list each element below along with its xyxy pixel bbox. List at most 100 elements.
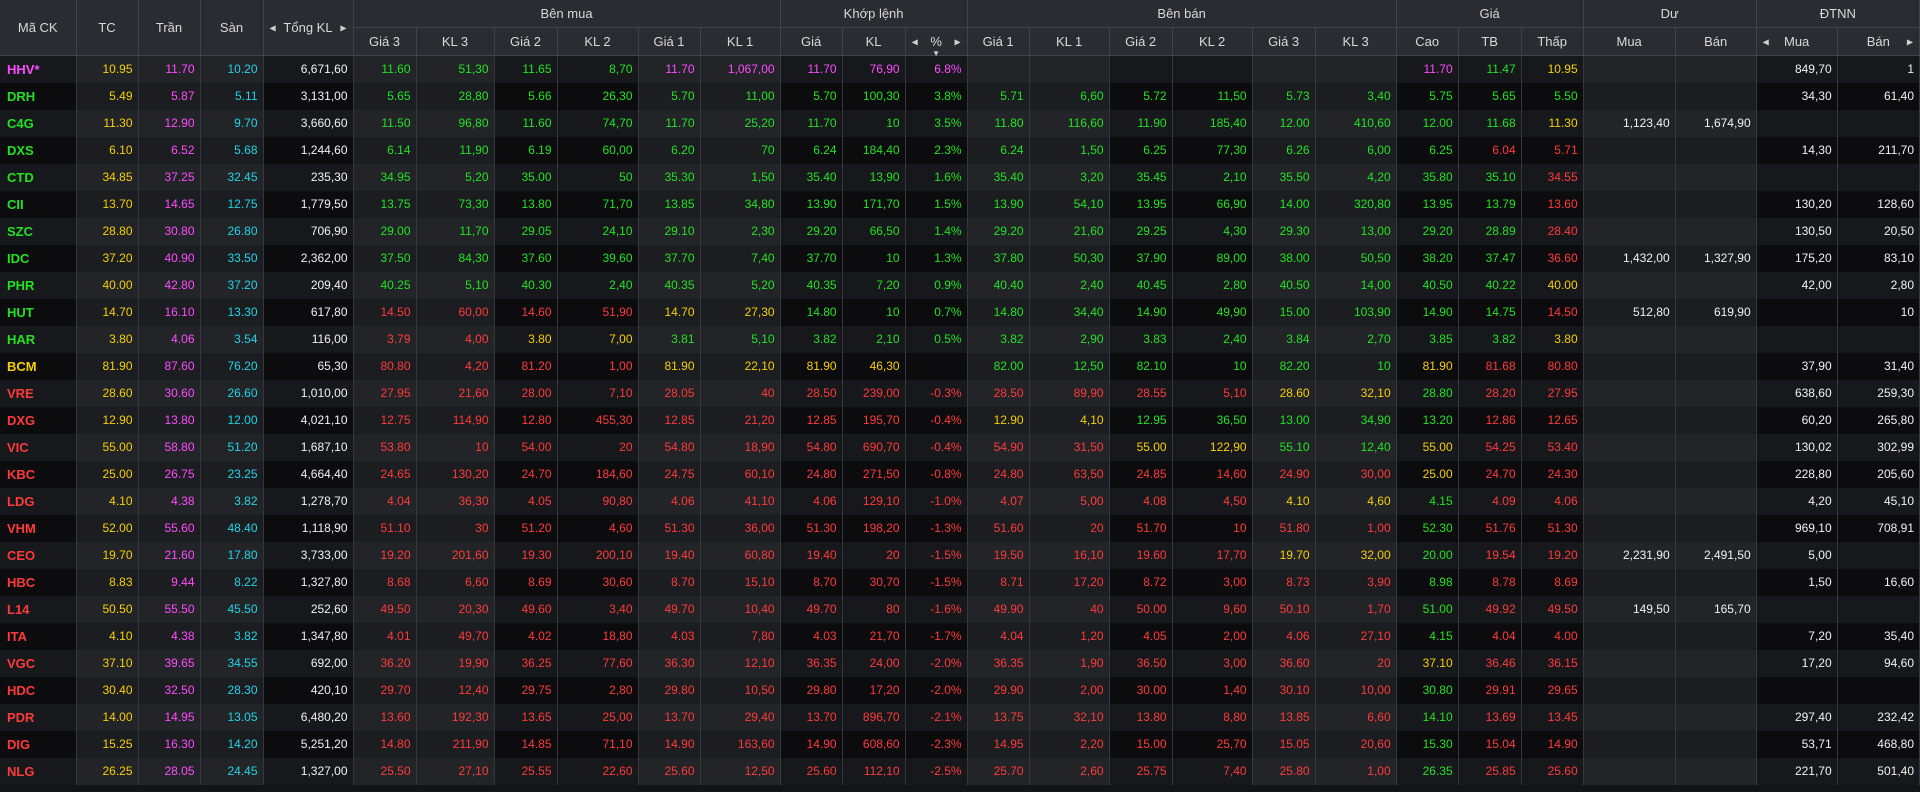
match-vol-cell: 7,20 <box>842 271 906 299</box>
table-row[interactable]: DRH 5.49 5.87 5.11 3,131,00 5.65 28,80 5.66 26,3… <box>0 82 1920 110</box>
bid-price-2-cell: 3.80 <box>494 325 558 353</box>
header-bid-vol-1[interactable]: KL 1 <box>700 27 781 56</box>
header-foreign-sell[interactable]: Bán ▶ <box>1837 27 1920 56</box>
table-row[interactable]: L14 50.50 55.50 45.50 252,60 49.50 20,30 49.60 3… <box>0 595 1920 623</box>
symbol-cell[interactable]: CTD <box>0 163 77 191</box>
table-row[interactable]: HDC 30.40 32.50 28.30 420,10 29.70 12,40 29.75 2… <box>0 676 1920 704</box>
symbol-cell[interactable]: NLG <box>0 757 77 785</box>
table-row[interactable]: HHV* 10.95 11.70 10.20 6,671,60 11.60 51,30 11.… <box>0 55 1920 83</box>
left-arrow-icon[interactable]: ◀ <box>270 23 276 32</box>
header-high[interactable]: Cao <box>1396 27 1459 56</box>
floor-price-cell: 3.82 <box>200 622 264 650</box>
left-arrow-icon[interactable]: ◀ <box>912 37 918 46</box>
sort-down-icon[interactable]: ▼ <box>932 49 940 58</box>
header-ask-price-1[interactable]: Giá 1 <box>967 27 1030 56</box>
header-foreign-buy[interactable]: ◀ Mua <box>1756 27 1838 56</box>
symbol-cell[interactable]: DXG <box>0 406 77 434</box>
header-bid-price-1[interactable]: Giá 1 <box>638 27 701 56</box>
ask-price-3-cell: 35.50 <box>1252 163 1316 191</box>
table-row[interactable]: HAR 3.80 4.06 3.54 116,00 3.79 4,00 3.80 7,00 3.8… <box>0 325 1920 353</box>
table-row[interactable]: ITA 4.10 4.38 3.82 1,347,80 4.01 49,70 4.02 18,8… <box>0 622 1920 650</box>
ask-price-1-cell: 29.90 <box>967 676 1030 704</box>
table-row[interactable]: LDG 4.10 4.38 3.82 1,278,70 4.04 36,30 4.05 90,8… <box>0 487 1920 515</box>
header-total-volume[interactable]: ◀ Tổng KL ▶ <box>263 0 354 56</box>
ask-price-1-cell: 51.60 <box>967 514 1030 542</box>
symbol-cell[interactable]: PHR <box>0 271 77 299</box>
symbol-cell[interactable]: L14 <box>0 595 77 623</box>
header-remain-sell[interactable]: Bán <box>1675 27 1757 56</box>
header-symbol[interactable]: Mã CK <box>0 0 77 56</box>
table-row[interactable]: VGC 37.10 39.65 34.55 692,00 36.20 19,90 36.25 7… <box>0 649 1920 677</box>
symbol-cell[interactable]: IDC <box>0 244 77 272</box>
symbol-cell[interactable]: SZC <box>0 217 77 245</box>
table-row[interactable]: C4G 11.30 12.90 9.70 3,660,60 11.50 96,80 11.60… <box>0 109 1920 137</box>
match-price-cell: 11.70 <box>780 55 843 83</box>
symbol-cell[interactable]: C4G <box>0 109 77 137</box>
symbol-cell[interactable]: VGC <box>0 649 77 677</box>
header-match-pct[interactable]: ◀% ▶ ▼ <box>905 27 968 58</box>
header-ask-vol-1[interactable]: KL 1 <box>1029 27 1110 56</box>
symbol-cell[interactable]: CEO <box>0 541 77 569</box>
symbol-cell[interactable]: BCM <box>0 352 77 380</box>
table-row[interactable]: SZC 28.80 30.80 26.80 706,90 29.00 11,70 29.05 2… <box>0 217 1920 245</box>
header-ask-vol-3[interactable]: KL 3 <box>1315 27 1397 56</box>
table-row[interactable]: IDC 37.20 40.90 33.50 2,362,00 37.50 84,30 37.6… <box>0 244 1920 272</box>
header-ask-price-2[interactable]: Giá 2 <box>1109 27 1173 56</box>
right-arrow-icon[interactable]: ▶ <box>340 23 346 32</box>
table-row[interactable]: BCM 81.90 87.60 76.20 65,30 80.80 4,20 81.20 1,0… <box>0 352 1920 380</box>
header-ask-price-3[interactable]: Giá 3 <box>1252 27 1316 56</box>
symbol-cell[interactable]: HAR <box>0 325 77 353</box>
right-arrow-icon[interactable]: ▶ <box>954 37 960 46</box>
symbol-cell[interactable]: HBC <box>0 568 77 596</box>
table-row[interactable]: CII 13.70 14.65 12.75 1,779,50 13.75 73,30 13.8… <box>0 190 1920 218</box>
symbol-cell[interactable]: LDG <box>0 487 77 515</box>
header-ref[interactable]: TC <box>76 0 139 56</box>
symbol-cell[interactable]: CII <box>0 190 77 218</box>
symbol-cell[interactable]: ITA <box>0 622 77 650</box>
symbol-cell[interactable]: HUT <box>0 298 77 326</box>
table-row[interactable]: VIC 55.00 58.80 51.20 1,687,10 53.80 10 54.00 20… <box>0 433 1920 461</box>
symbol-cell[interactable]: DRH <box>0 82 77 110</box>
ask-price-3-cell: 25.80 <box>1252 757 1316 785</box>
symbol-cell[interactable]: PDR <box>0 703 77 731</box>
table-row[interactable]: HBC 8.83 9.44 8.22 1,327,80 8.68 6,60 8.69 30,60… <box>0 568 1920 596</box>
header-remain-buy[interactable]: Mua <box>1583 27 1676 56</box>
symbol-cell[interactable]: DIG <box>0 730 77 758</box>
symbol-cell[interactable]: VIC <box>0 433 77 461</box>
header-ask-vol-2[interactable]: KL 2 <box>1172 27 1253 56</box>
header-bid-vol-3[interactable]: KL 3 <box>416 27 495 56</box>
left-arrow-icon[interactable]: ◀ <box>1763 37 1769 46</box>
table-row[interactable]: KBC 25.00 26.75 23.25 4,664,40 24.65 130,20 24.… <box>0 460 1920 488</box>
table-row[interactable]: HUT 14.70 16.10 13.30 617,80 14.50 60,00 14.60 5… <box>0 298 1920 326</box>
symbol-cell[interactable]: VHM <box>0 514 77 542</box>
header-floor[interactable]: Sàn <box>200 0 264 56</box>
symbol-cell[interactable]: VRE <box>0 379 77 407</box>
symbol-cell[interactable]: KBC <box>0 460 77 488</box>
header-match-vol[interactable]: KL <box>842 27 906 56</box>
ask-price-3-cell: 8.73 <box>1252 568 1316 596</box>
table-row[interactable]: PDR 14.00 14.95 13.05 6,480,20 13.60 192,30 13.… <box>0 703 1920 731</box>
symbol-cell[interactable]: HDC <box>0 676 77 704</box>
header-bid-vol-2[interactable]: KL 2 <box>557 27 639 56</box>
table-row[interactable]: VHM 52.00 55.60 48.40 1,118,90 51.10 30 51.20 4,… <box>0 514 1920 542</box>
symbol-cell[interactable]: DXS <box>0 136 77 164</box>
table-row[interactable]: CEO 19.70 21.60 17.80 3,733,00 19.20 201,60 19.… <box>0 541 1920 569</box>
table-row[interactable]: PHR 40.00 42.80 37.20 209,40 40.25 5,10 40.30 2,… <box>0 271 1920 299</box>
header-bid-price-3[interactable]: Giá 3 <box>353 27 417 56</box>
table-row[interactable]: NLG 26.25 28.05 24.45 1,327,00 25.50 27,10 25.5… <box>0 757 1920 785</box>
header-ceil[interactable]: Trần <box>138 0 201 56</box>
table-row[interactable]: CTD 34.85 37.25 32.45 235,30 34.95 5,20 35.00 50… <box>0 163 1920 191</box>
table-row[interactable]: DIG 15.25 16.30 14.20 5,251,20 14.80 211,90 14.… <box>0 730 1920 758</box>
right-arrow-icon[interactable]: ▶ <box>1907 37 1913 46</box>
header-bid-price-2[interactable]: Giá 2 <box>494 27 558 56</box>
ask-price-1-cell: 49.90 <box>967 595 1030 623</box>
header-avg[interactable]: TB <box>1458 27 1522 56</box>
symbol-cell[interactable]: HHV* <box>0 55 77 83</box>
table-row[interactable]: DXS 6.10 6.52 5.68 1,244,60 6.14 11,90 6.19 60,0… <box>0 136 1920 164</box>
bid-vol-2-cell: 200,10 <box>557 541 639 569</box>
bid-price-2-cell: 49.60 <box>494 595 558 623</box>
table-row[interactable]: VRE 28.60 30.60 26.60 1,010,00 27.95 21,60 28.0… <box>0 379 1920 407</box>
header-low[interactable]: Thấp <box>1521 27 1584 56</box>
header-match-price[interactable]: Giá <box>780 27 843 56</box>
table-row[interactable]: DXG 12.90 13.80 12.00 4,021,10 12.75 114,90 12.… <box>0 406 1920 434</box>
